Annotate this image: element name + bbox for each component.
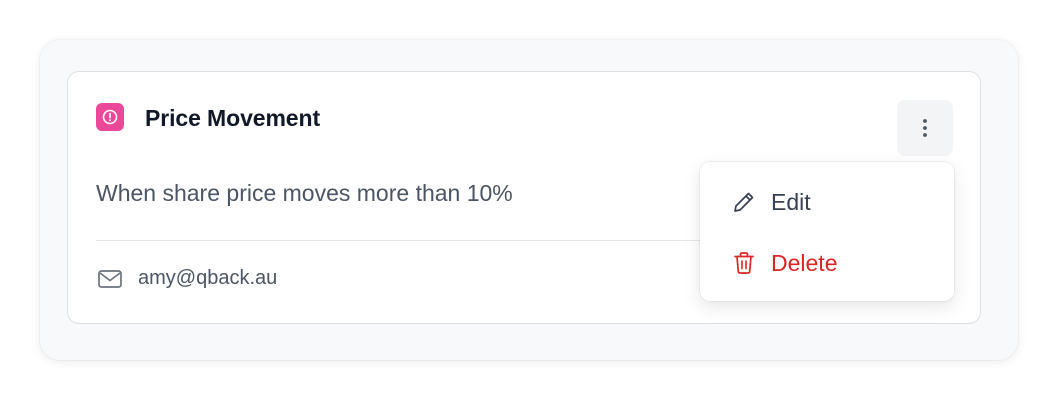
alert-title: Price Movement xyxy=(145,105,320,131)
recipient-email: amy@qback.au xyxy=(138,267,278,289)
pencil-icon xyxy=(730,188,758,216)
more-vertical-icon xyxy=(923,119,927,137)
mail-icon xyxy=(96,265,124,293)
menu-item-edit-label: Edit xyxy=(771,189,811,215)
trash-icon xyxy=(730,249,758,277)
alert-description: When share price moves more than 10% xyxy=(96,180,513,206)
actions-dropdown-menu: Edit Delete xyxy=(700,162,954,301)
more-options-button[interactable] xyxy=(897,100,953,156)
menu-item-delete-label: Delete xyxy=(771,250,838,276)
menu-item-edit[interactable]: Edit xyxy=(700,174,954,230)
alert-circle-icon xyxy=(96,103,124,131)
menu-item-delete[interactable]: Delete xyxy=(700,235,954,291)
